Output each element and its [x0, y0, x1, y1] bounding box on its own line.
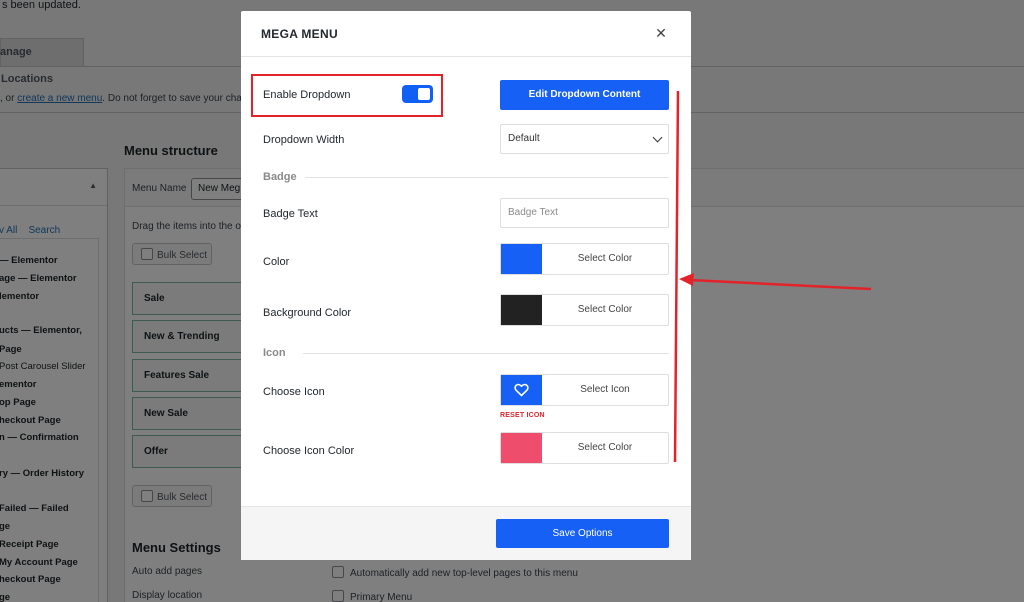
- dropdown-width-value: Default: [508, 133, 540, 144]
- section-divider: [303, 353, 669, 354]
- edit-dropdown-content-button[interactable]: Edit Dropdown Content: [500, 80, 669, 110]
- icon-section-heading: Icon: [263, 347, 286, 359]
- select-icon-color-button[interactable]: Select Color: [542, 433, 668, 463]
- save-options-button[interactable]: Save Options: [496, 519, 669, 548]
- color-swatch[interactable]: [501, 244, 542, 274]
- section-divider: [305, 177, 669, 178]
- modal-header: MEGA MENU ✕: [241, 11, 691, 57]
- color-picker[interactable]: Select Color: [500, 243, 669, 275]
- icon-color-picker[interactable]: Select Color: [500, 432, 669, 464]
- choose-icon-label: Choose Icon: [263, 386, 325, 398]
- enable-dropdown-label: Enable Dropdown: [263, 89, 351, 101]
- background-color-swatch[interactable]: [501, 295, 542, 325]
- close-icon[interactable]: ✕: [653, 25, 669, 41]
- icon-picker[interactable]: Select Icon: [500, 374, 669, 406]
- choose-icon-color-label: Choose Icon Color: [263, 445, 355, 457]
- select-background-color-button[interactable]: Select Color: [542, 295, 668, 325]
- select-color-button[interactable]: Select Color: [542, 244, 668, 274]
- heart-icon[interactable]: [501, 375, 542, 405]
- modal-title: MEGA MENU: [261, 27, 338, 41]
- dropdown-width-label: Dropdown Width: [263, 134, 345, 146]
- dropdown-width-select[interactable]: Default: [500, 124, 669, 154]
- mega-menu-modal: MEGA MENU ✕ Enable Dropdown Edit Dropdow…: [241, 11, 691, 560]
- background-color-picker[interactable]: Select Color: [500, 294, 669, 326]
- chevron-down-icon: [652, 132, 663, 143]
- background-color-label: Background Color: [263, 307, 352, 319]
- color-label: Color: [263, 256, 290, 268]
- reset-icon-link[interactable]: RESET ICON: [500, 412, 545, 419]
- icon-color-swatch[interactable]: [501, 433, 542, 463]
- badge-section-heading: Badge: [263, 171, 297, 183]
- badge-text-label: Badge Text: [263, 208, 318, 220]
- heart-icon-graphic: [514, 383, 529, 397]
- toggle-knob: [418, 88, 430, 100]
- badge-text-input[interactable]: Badge Text: [500, 198, 669, 228]
- modal-footer: Save Options: [241, 506, 691, 560]
- enable-dropdown-toggle[interactable]: [402, 85, 433, 103]
- select-icon-button[interactable]: Select Icon: [542, 375, 668, 405]
